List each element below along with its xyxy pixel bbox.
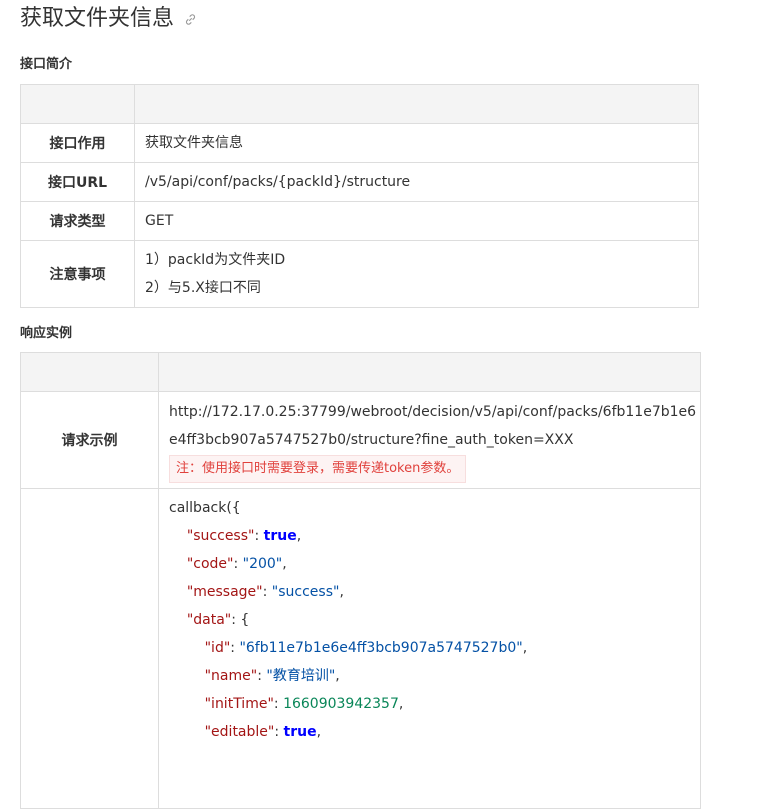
row-value: /v5/api/conf/packs/{packId}/structure xyxy=(134,162,699,202)
section-heading-response: 响应实例 xyxy=(20,326,73,341)
section-heading-intro: 接口简介 xyxy=(20,57,73,72)
code-string: "success" xyxy=(271,584,340,600)
code-key: "id" xyxy=(204,640,231,656)
code-callback-open: callback({ xyxy=(169,500,241,516)
response-code-cell: callback({ "success": true, "code": "200… xyxy=(158,488,701,809)
code-key: "name" xyxy=(204,668,258,684)
token-note: 注：使用接口时需要登录，需要传递token参数。 xyxy=(169,454,467,483)
header-cell xyxy=(158,352,701,392)
api-info-table: 接口作用 获取文件夹信息 接口URL /v5/api/conf/packs/{p… xyxy=(20,84,699,308)
row-value: 1）packId为文件夹ID 2）与5.X接口不同 xyxy=(134,240,699,308)
table-row: 接口作用 获取文件夹信息 xyxy=(20,123,699,163)
code-key: "code" xyxy=(186,556,234,572)
code-key: "success" xyxy=(186,528,255,544)
row-label xyxy=(20,488,159,809)
table-header-row xyxy=(20,84,699,124)
row-label: 请求示例 xyxy=(20,391,159,489)
header-cell xyxy=(20,352,159,392)
row-label: 接口作用 xyxy=(20,123,135,163)
table-row: callback({ "success": true, "code": "200… xyxy=(20,488,701,809)
header-cell xyxy=(134,84,699,124)
request-example-cell: http://172.17.0.25:37799/webroot/decisio… xyxy=(158,391,701,489)
row-value: 获取文件夹信息 xyxy=(134,123,699,163)
code-boolean: true xyxy=(263,528,297,544)
code-boolean: true xyxy=(283,724,317,740)
code-string: "教育培训" xyxy=(266,668,336,684)
code-string: "200" xyxy=(242,556,283,572)
table-row: 请求类型 GET xyxy=(20,201,699,241)
header-cell xyxy=(20,84,135,124)
code-key: "data" xyxy=(186,612,232,628)
table-header-row xyxy=(20,352,701,392)
note-line: 2）与5.X接口不同 xyxy=(145,280,261,296)
code-key: "editable" xyxy=(204,724,275,740)
code-number: 1660903942357 xyxy=(283,696,399,712)
page-title: 获取文件夹信息 xyxy=(20,4,197,34)
row-value: GET xyxy=(134,201,699,241)
response-code-block: callback({ "success": true, "code": "200… xyxy=(169,500,528,740)
table-row: 请求示例 http://172.17.0.25:37799/webroot/de… xyxy=(20,391,701,489)
row-label: 请求类型 xyxy=(20,201,135,241)
request-url-line[interactable]: e4ff3bcb907a5747527b0/structure?fine_aut… xyxy=(169,426,690,454)
response-example-table: 请求示例 http://172.17.0.25:37799/webroot/de… xyxy=(20,352,701,809)
code-key: "initTime" xyxy=(204,696,274,712)
link-icon[interactable] xyxy=(184,13,197,26)
code-key: "message" xyxy=(186,584,263,600)
row-label: 接口URL xyxy=(20,162,135,202)
request-url-line[interactable]: http://172.17.0.25:37799/webroot/decisio… xyxy=(169,398,696,426)
note-line: 1）packId为文件夹ID xyxy=(145,252,286,268)
page-title-text: 获取文件夹信息 xyxy=(20,6,175,31)
row-label: 注意事项 xyxy=(20,240,135,308)
table-row: 接口URL /v5/api/conf/packs/{packId}/struct… xyxy=(20,162,699,202)
table-row: 注意事项 1）packId为文件夹ID 2）与5.X接口不同 xyxy=(20,240,699,308)
code-string: "6fb11e7b1e6e4ff3bcb907a5747527b0" xyxy=(239,640,523,656)
